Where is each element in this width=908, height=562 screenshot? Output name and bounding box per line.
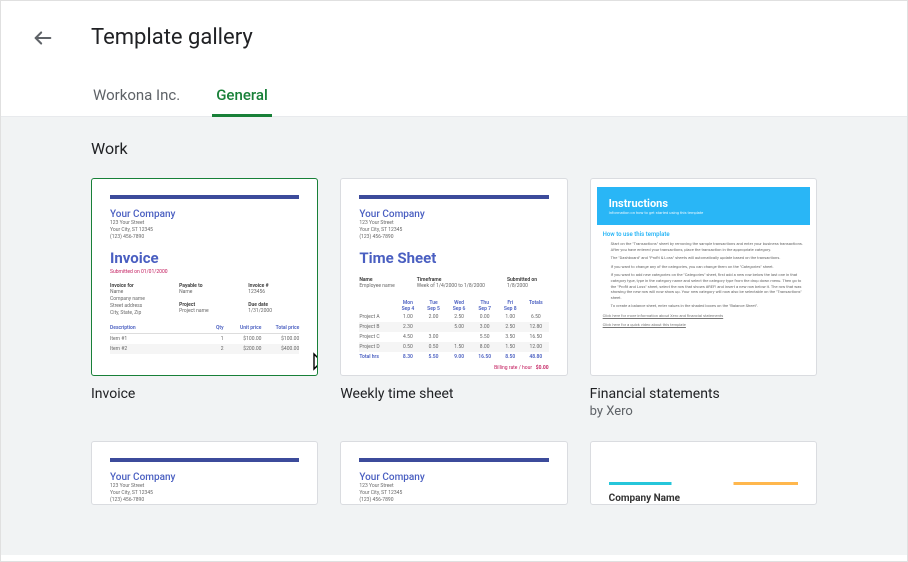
thumb-heading: Time Sheet: [359, 249, 548, 267]
content-area: Work Your Company 123 Your Street Your C…: [1, 117, 907, 555]
template-thumb: Company Name: [590, 441, 817, 505]
thumb-sub: Submitted on 01/01/2000: [110, 269, 299, 275]
template-thumb: Your Company 123 Your Street Your City, …: [340, 441, 567, 505]
thumb-company: Your Company: [359, 209, 548, 220]
list-item: If you want to change any of the categor…: [611, 264, 804, 270]
template-thumb: Your Company 123 Your Street Your City, …: [91, 441, 318, 505]
thumb-heading: Invoice: [110, 249, 299, 267]
template-thumb: Your Company 123 Your Street Your City, …: [340, 178, 567, 376]
link-text: Click here for a quick video about this …: [603, 322, 804, 327]
list-item: To create a balance sheet, enter values …: [611, 303, 804, 309]
thumb-cols: Name Employee name Timeframe Week of 1/4…: [359, 277, 548, 290]
tab-workona[interactable]: Workona Inc.: [91, 78, 182, 116]
thumb-addr: 123 Your Street: [110, 220, 299, 227]
list-item: Start on the "Transactions" sheet by rem…: [611, 241, 804, 252]
template-title: Financial statements: [590, 386, 817, 402]
page-title: Template gallery: [91, 25, 253, 50]
template-card-partial[interactable]: Your Company 123 Your Street Your City, …: [91, 441, 318, 505]
template-thumb: Your Company 123 Your Street Your City, …: [91, 178, 318, 376]
accent-bar: [110, 195, 299, 199]
list-item: If you want to add new categories on the…: [611, 272, 804, 300]
back-button[interactable]: [31, 26, 55, 50]
template-thumb: Instructions Information on how to get s…: [590, 178, 817, 376]
banner: Instructions Information on how to get s…: [597, 187, 810, 225]
thumb-table: Description Qty Unit price Total price I…: [110, 325, 299, 354]
thumb-phone: (123) 456-7890: [110, 234, 299, 241]
arrow-left-icon: [32, 27, 54, 49]
accent-bar: [359, 195, 548, 199]
template-grid: Your Company 123 Your Street Your City, …: [91, 178, 817, 505]
template-card-partial[interactable]: Company Name: [590, 441, 817, 505]
fs-heading: How to use this template: [603, 231, 804, 238]
template-card-invoice[interactable]: Your Company 123 Your Street Your City, …: [91, 178, 318, 419]
template-card-financial[interactable]: Instructions Information on how to get s…: [590, 178, 817, 419]
header: Template gallery: [1, 1, 907, 60]
template-card-timesheet[interactable]: Your Company 123 Your Street Your City, …: [340, 178, 567, 419]
accent-bar: [359, 458, 548, 462]
template-subtitle: by Xero: [590, 404, 817, 419]
thumb-cols: Invoice for Name Company name Street add…: [110, 283, 299, 317]
link-text: Click here for more information about Xe…: [603, 313, 804, 318]
bill-line: Billing rate / hour $0.00: [359, 365, 548, 371]
cursor-pointer-icon: [305, 351, 318, 376]
thumb-grid: Mon Tue Wed Thu Fri Totals Sep 4 Sep 5 S…: [359, 300, 548, 362]
thumb-addr: Your City, ST 12345: [110, 227, 299, 234]
section-title: Work: [91, 139, 817, 158]
template-title: Invoice: [91, 386, 318, 402]
list-item: The "Dashboard" and "Profit & Loss" shee…: [611, 255, 804, 261]
tab-general[interactable]: General: [214, 78, 270, 116]
template-title: Weekly time sheet: [340, 386, 567, 402]
accent-bar: [110, 458, 299, 462]
thumb-company: Your Company: [110, 209, 299, 220]
template-card-partial[interactable]: Your Company 123 Your Street Your City, …: [340, 441, 567, 505]
tabs: Workona Inc. General: [1, 60, 907, 117]
accent-bar: [609, 482, 798, 485]
